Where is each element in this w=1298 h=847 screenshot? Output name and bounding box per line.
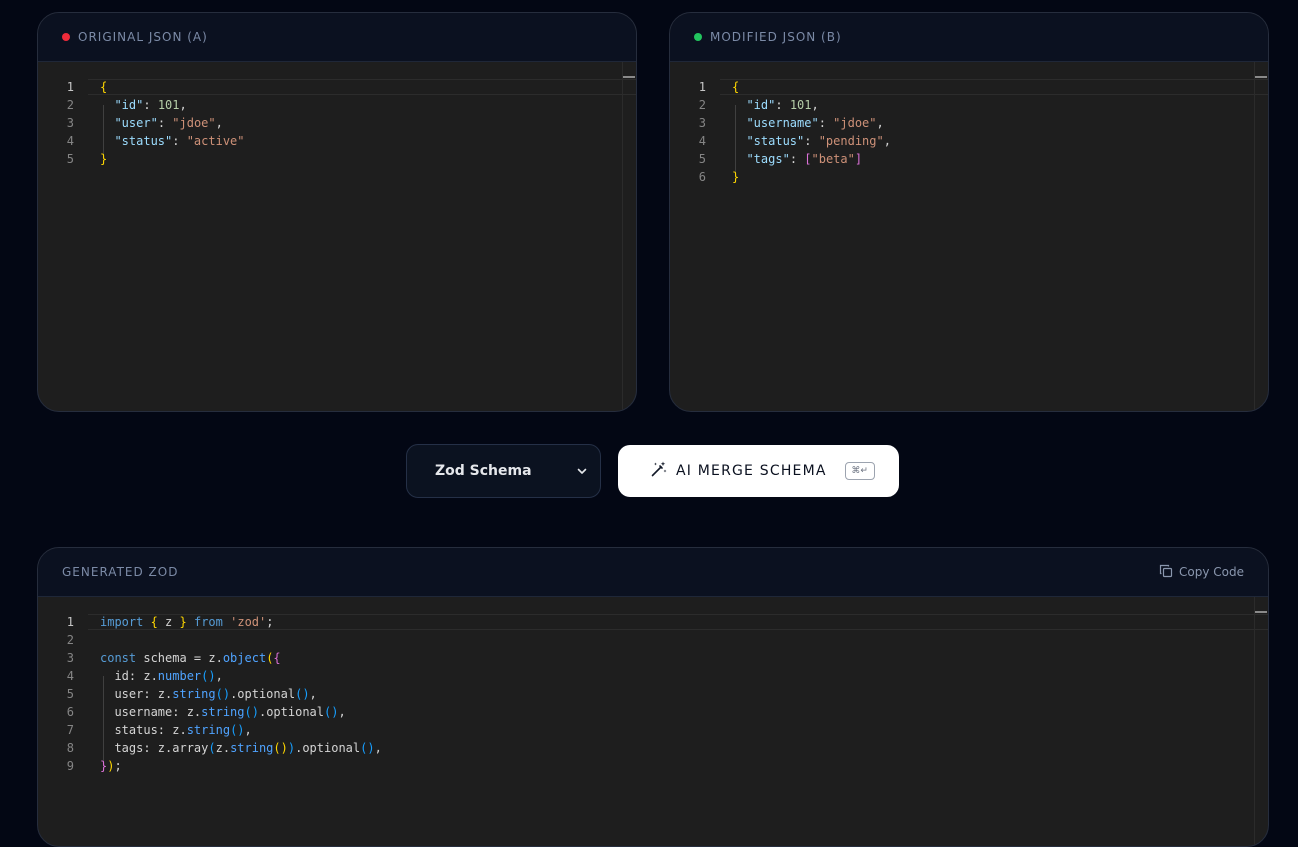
code-line: 3 "username": "jdoe",	[670, 114, 1254, 132]
line-number: 9	[66, 759, 74, 773]
copy-code-button[interactable]: Copy Code	[1159, 564, 1244, 581]
ai-merge-schema-button[interactable]: AI MERGE SCHEMA ⌘↵	[618, 445, 899, 497]
code-text: username: z.string().optional(),	[100, 705, 346, 719]
chevron-down-icon	[576, 462, 588, 481]
code-text: "id": 101,	[114, 98, 187, 112]
line-number: 8	[66, 741, 74, 755]
line-number: 1	[698, 80, 706, 94]
code-text: {	[732, 80, 740, 94]
code-text: {	[100, 80, 108, 94]
editor-scrollbar[interactable]	[1254, 597, 1268, 846]
modified-json-header: MODIFIED JSON (B)	[670, 13, 1268, 62]
code-line: 1{	[670, 78, 1254, 96]
code-text: }	[100, 152, 108, 166]
code-line: 1{	[38, 78, 622, 96]
generated-zod-panel: GENERATED ZOD Copy Code 1 import { z } fr…	[37, 547, 1269, 847]
line-number: 5	[66, 687, 74, 701]
scrollbar-marker	[1255, 611, 1267, 613]
code-text: status: z.string(),	[100, 723, 252, 737]
original-json-header: ORIGINAL JSON (A)	[38, 13, 636, 62]
code-line: 4 "status": "active"	[38, 132, 622, 150]
line-number: 4	[66, 134, 74, 148]
line-number: 5	[66, 152, 74, 166]
code-text: import { z } from 'zod';	[100, 615, 274, 629]
original-json-title: ORIGINAL JSON (A)	[78, 30, 208, 44]
original-json-panel: ORIGINAL JSON (A) 1{ 2 "id": 101, 3 "use…	[37, 12, 637, 412]
copy-code-label: Copy Code	[1179, 565, 1244, 579]
original-json-editor[interactable]: 1{ 2 "id": 101, 3 "user": "jdoe", 4 "sta…	[38, 62, 636, 411]
code-text: "id": 101,	[746, 98, 819, 112]
code-line: 4 "status": "pending",	[670, 132, 1254, 150]
magic-wand-icon	[650, 460, 668, 482]
line-number: 6	[66, 705, 74, 719]
line-number: 3	[66, 651, 74, 665]
editor-scrollbar[interactable]	[622, 62, 636, 411]
copy-icon	[1159, 564, 1173, 581]
line-number: 5	[698, 152, 706, 166]
modified-json-title: MODIFIED JSON (B)	[710, 30, 842, 44]
line-number: 2	[66, 98, 74, 112]
scrollbar-marker	[623, 76, 635, 78]
code-line: 2 "id": 101,	[670, 96, 1254, 114]
line-number: 6	[698, 170, 706, 184]
line-number: 4	[698, 134, 706, 148]
generated-zod-header: GENERATED ZOD Copy Code	[38, 548, 1268, 597]
code-line: 6}	[670, 168, 1254, 186]
editor-scrollbar[interactable]	[1254, 62, 1268, 411]
code-text: "tags": ["beta"]	[746, 152, 863, 166]
code-line: 5}	[38, 150, 622, 168]
code-line: 9});	[38, 757, 1254, 775]
schema-type-value: Zod Schema	[435, 463, 532, 479]
code-text: }	[732, 170, 740, 184]
keyboard-shortcut-hint: ⌘↵	[844, 462, 875, 480]
code-line: 1 import { z } from 'zod';	[38, 613, 1254, 631]
modified-status-dot	[694, 33, 702, 41]
code-line: 2 "id": 101,	[38, 96, 622, 114]
modified-json-panel: MODIFIED JSON (B) 1{ 2 "id": 101, 3 "use…	[669, 12, 1269, 412]
line-number: 2	[66, 633, 74, 647]
code-text: "status": "active"	[114, 134, 245, 148]
line-number: 3	[698, 116, 706, 130]
line-number: 7	[66, 723, 74, 737]
code-text: id: z.number(),	[100, 669, 223, 683]
line-number: 2	[698, 98, 706, 112]
code-line: 6 username: z.string().optional(),	[38, 703, 1254, 721]
code-text: tags: z.array(z.string()).optional(),	[100, 741, 382, 755]
ai-merge-schema-label: AI MERGE SCHEMA	[676, 463, 827, 479]
original-status-dot	[62, 33, 70, 41]
code-line: 3 "user": "jdoe",	[38, 114, 622, 132]
modified-json-editor[interactable]: 1{ 2 "id": 101, 3 "username": "jdoe", 4 …	[670, 62, 1268, 411]
code-text: "username": "jdoe",	[746, 116, 884, 130]
generated-zod-editor[interactable]: 1 import { z } from 'zod'; 2 3 const schem…	[38, 597, 1268, 846]
code-line: 8 tags: z.array(z.string()).optional(),	[38, 739, 1254, 757]
code-text: "user": "jdoe",	[114, 116, 223, 130]
line-number: 1	[66, 80, 74, 94]
line-number: 1	[66, 615, 74, 629]
code-line: 5 "tags": ["beta"]	[670, 150, 1254, 168]
line-number: 3	[66, 116, 74, 130]
code-line: 7 status: z.string(),	[38, 721, 1254, 739]
code-text: });	[100, 759, 122, 773]
code-text: "status": "pending",	[746, 134, 891, 148]
code-text: user: z.string().optional(),	[100, 687, 317, 701]
scrollbar-marker	[1255, 76, 1267, 78]
code-line: 5 user: z.string().optional(),	[38, 685, 1254, 703]
code-line: 3 const schema = z.object({	[38, 649, 1254, 667]
code-line: 2	[38, 631, 1254, 649]
line-number: 4	[66, 669, 74, 683]
code-line: 4 id: z.number(),	[38, 667, 1254, 685]
generated-zod-title: GENERATED ZOD	[62, 565, 179, 579]
schema-type-select[interactable]: Zod Schema	[406, 444, 601, 498]
code-text: const schema = z.object({	[100, 651, 281, 665]
